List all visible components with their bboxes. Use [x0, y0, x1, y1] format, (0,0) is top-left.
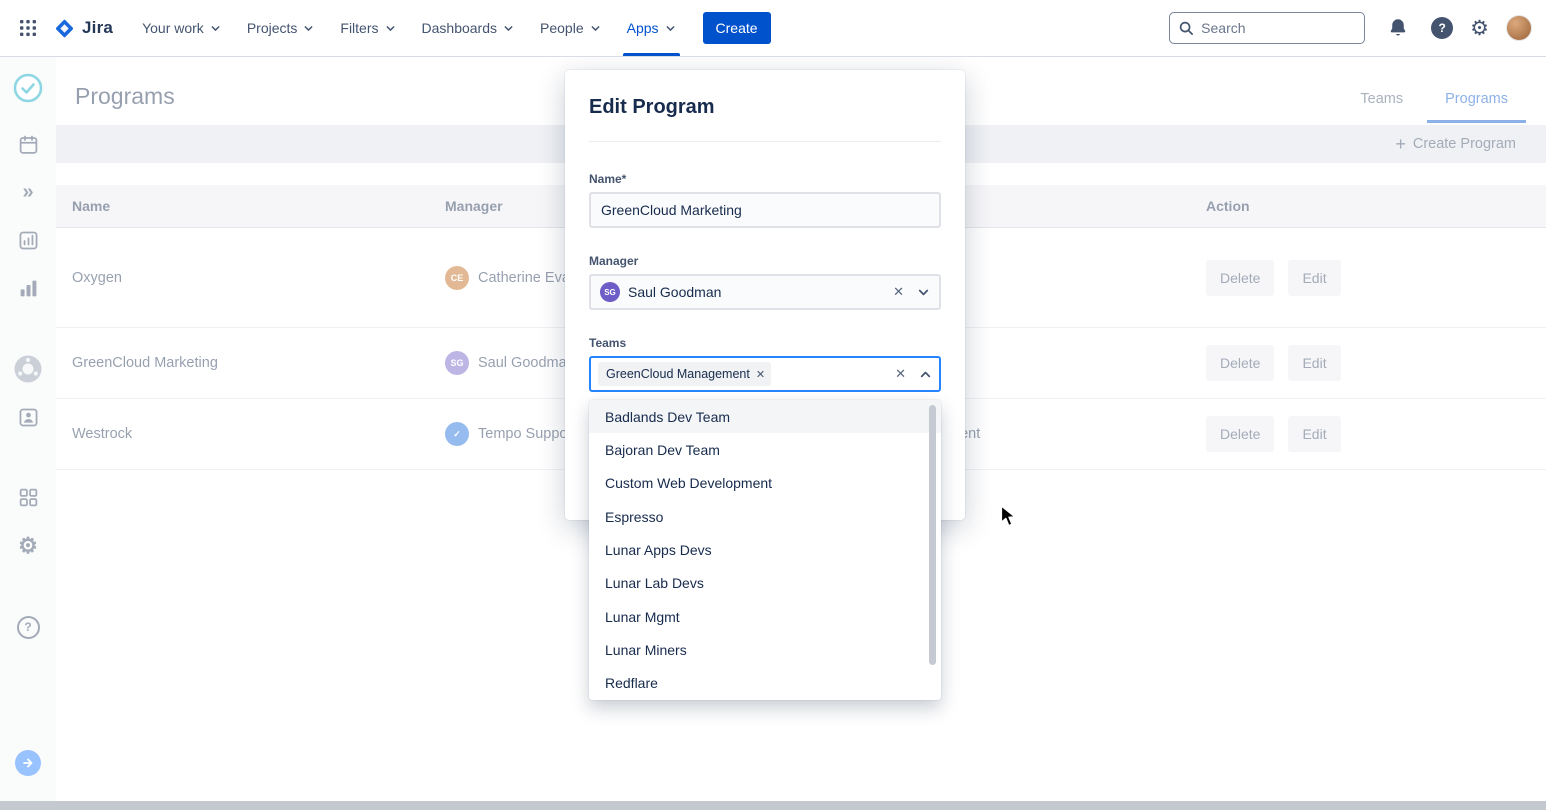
top-navbar: Jira Your work Projects Filters: [0, 0, 1546, 56]
help-icon[interactable]: ?: [1431, 17, 1453, 39]
chevron-down-icon: [385, 23, 396, 34]
manager-label: Manager: [589, 254, 941, 268]
dropdown-option[interactable]: Lunar Lab Devs: [589, 567, 941, 600]
dropdown-option[interactable]: Bajoran Dev Team: [589, 433, 941, 466]
program-name-input[interactable]: [589, 192, 941, 228]
chevron-down-icon[interactable]: [917, 286, 930, 299]
teams-label: Teams: [589, 336, 941, 350]
nav-menu-item[interactable]: Your work: [129, 0, 234, 56]
nav-menu-item[interactable]: Projects: [234, 0, 328, 56]
search-box: [1169, 12, 1365, 44]
nav-menu-item[interactable]: Dashboards: [409, 0, 528, 56]
chevron-down-icon: [210, 23, 221, 34]
navbar-right: ? ⚙: [1169, 12, 1532, 44]
app-switcher-icon[interactable]: [12, 12, 44, 44]
search-input[interactable]: [1201, 20, 1341, 36]
dropdown-option[interactable]: Lunar Apps Devs: [589, 533, 941, 566]
nav-menu-item[interactable]: Apps: [614, 0, 689, 56]
chevron-down-icon: [303, 23, 314, 34]
dropdown-scrollbar[interactable]: [929, 405, 936, 665]
dropdown-option[interactable]: Custom Web Development: [589, 467, 941, 500]
teams-select[interactable]: GreenCloud Management ✕ ✕: [589, 356, 941, 392]
jira-logo-icon: [54, 18, 75, 39]
primary-nav: Your work Projects Filters Dashb: [129, 0, 688, 56]
team-tag: GreenCloud Management ✕: [598, 362, 771, 386]
chevron-down-icon: [590, 23, 601, 34]
notifications-icon[interactable]: [1382, 12, 1414, 44]
settings-icon[interactable]: ⚙: [1470, 18, 1489, 39]
create-button[interactable]: Create: [703, 12, 771, 44]
nav-menu-item[interactable]: People: [527, 0, 614, 56]
chevron-up-icon[interactable]: [919, 368, 932, 381]
user-avatar[interactable]: [1506, 15, 1532, 41]
clear-icon[interactable]: ✕: [893, 284, 904, 300]
edit-program-modal: Edit Program Name* Manager SG Saul Goodm…: [565, 70, 965, 520]
dropdown-option[interactable]: Lunar Miners: [589, 633, 941, 666]
remove-tag-icon[interactable]: ✕: [756, 368, 765, 381]
modal-title: Edit Program: [589, 96, 715, 119]
manager-avatar: SG: [600, 282, 620, 302]
search-icon: [1179, 21, 1194, 36]
dropdown-option[interactable]: Badlands Dev Team: [589, 400, 941, 433]
manager-value: Saul Goodman: [628, 284, 721, 300]
name-label: Name*: [589, 172, 941, 186]
teams-dropdown: Badlands Dev Team Bajoran Dev Team Custo…: [589, 400, 941, 700]
manager-select[interactable]: SG Saul Goodman ✕: [589, 274, 941, 310]
clear-icon[interactable]: ✕: [895, 366, 906, 382]
dropdown-option[interactable]: Redflare: [589, 667, 941, 700]
jira-logo[interactable]: Jira: [54, 18, 113, 39]
dropdown-option[interactable]: Lunar Mgmt: [589, 600, 941, 633]
jira-logo-text: Jira: [82, 18, 113, 38]
chevron-down-icon: [665, 23, 676, 34]
nav-menu-item[interactable]: Filters: [327, 0, 408, 56]
dropdown-option[interactable]: Espresso: [589, 500, 941, 533]
chevron-down-icon: [503, 23, 514, 34]
